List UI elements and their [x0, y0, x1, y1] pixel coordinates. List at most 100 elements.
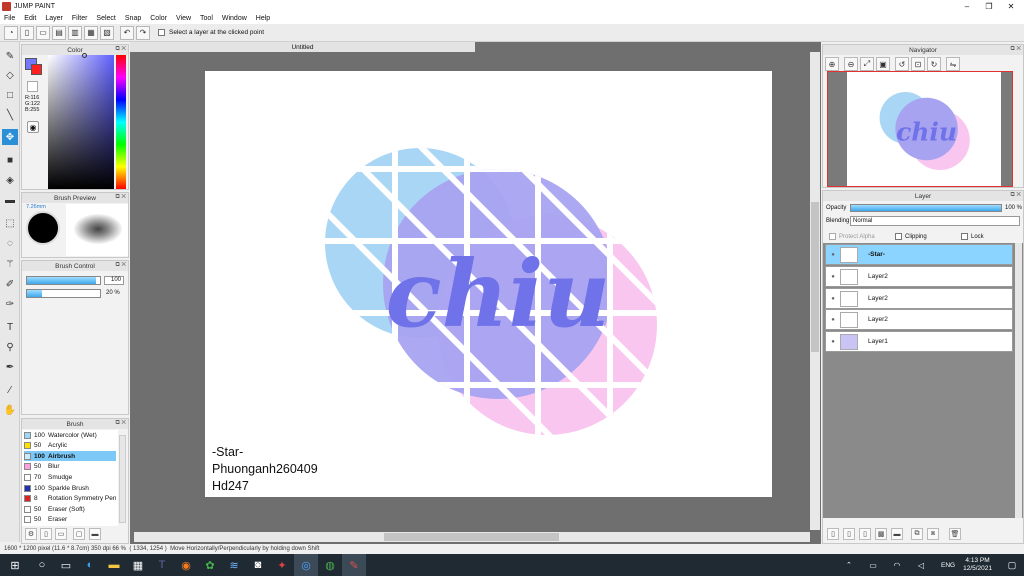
app-red-icon[interactable]: ✦ — [270, 554, 294, 576]
bucket-tool-icon[interactable]: ◈ — [2, 172, 18, 188]
camera-icon[interactable]: ◙ — [246, 554, 270, 576]
page-icon[interactable]: ▥ — [68, 25, 82, 40]
open-file-icon[interactable]: ▯ — [20, 25, 34, 40]
zoom-actual-icon[interactable]: ▣ — [876, 57, 890, 71]
size-value[interactable]: 100 — [104, 276, 124, 285]
brush-paste-icon[interactable]: ▢ — [73, 528, 85, 540]
brush-item[interactable]: 50 Eraser (Soft) — [24, 504, 116, 514]
brush-settings-icon[interactable]: ⚙ — [25, 528, 37, 540]
horizontal-scrollbar[interactable] — [134, 532, 810, 542]
select-eraser-tool-icon[interactable]: ✑ — [2, 296, 18, 312]
undo-icon[interactable]: ↶ — [120, 25, 134, 40]
eye-icon[interactable]: ● — [826, 317, 840, 323]
panel-buttons[interactable]: ⧉ ✕ — [1010, 192, 1021, 199]
background-color-swatch[interactable] — [31, 64, 42, 75]
zoom-out-icon[interactable]: ⊖ — [844, 57, 858, 71]
select-rect-tool-icon[interactable]: ⬚ — [2, 215, 18, 231]
menu-color[interactable]: Color — [150, 15, 167, 22]
layer-list-scrollbar[interactable] — [1015, 243, 1022, 518]
store-icon[interactable]: ▦ — [126, 554, 150, 576]
menu-select[interactable]: Select — [96, 15, 115, 22]
drawing-canvas[interactable]: chiu -Star- Phuonganh260409 Hd247 — [205, 71, 772, 497]
panel-buttons[interactable]: ⧉ ✕ — [115, 46, 126, 53]
clipping-checkbox[interactable]: Clipping — [895, 233, 927, 240]
brush-folder-icon[interactable]: ▬ — [89, 528, 101, 540]
grid-icon[interactable]: ▦ — [84, 25, 98, 40]
zoom-fit-icon[interactable]: ⤢ — [860, 57, 874, 71]
minimize-button[interactable]: – — [956, 0, 978, 12]
text-tool-icon[interactable]: T — [2, 319, 18, 335]
new-1bit-layer-icon[interactable]: ▯ — [843, 528, 855, 540]
battery-icon[interactable]: ▭ — [861, 554, 885, 576]
navigator-viewport-frame[interactable] — [827, 71, 1013, 187]
layer-row[interactable]: ● -Star- — [825, 244, 1013, 265]
volume-icon[interactable]: ◁ — [909, 554, 933, 576]
lock-checkbox[interactable]: Lock — [961, 233, 984, 240]
hand-tool-icon[interactable]: ✋ — [2, 402, 18, 418]
comment-icon[interactable]: ▤ — [52, 25, 66, 40]
menu-view[interactable]: View — [176, 15, 191, 22]
gradient-tool-icon[interactable]: ▬ — [2, 192, 18, 208]
delete-layer-icon[interactable]: 🗑 — [949, 528, 961, 540]
flip-icon[interactable]: ⇋ — [946, 57, 960, 71]
app-green-icon[interactable]: ✿ — [198, 554, 222, 576]
new-8bit-layer-icon[interactable]: ▯ — [859, 528, 871, 540]
hue-slider[interactable] — [116, 55, 126, 189]
save-icon[interactable]: ▭ — [36, 25, 50, 40]
palette-icon[interactable]: ◉ — [27, 121, 39, 133]
rotate-right-icon[interactable]: ↻ — [927, 57, 941, 71]
size-slider[interactable] — [26, 276, 101, 285]
app-orange-icon[interactable]: ◉ — [174, 554, 198, 576]
edge-icon[interactable]: ◐ — [78, 554, 102, 576]
operation-tool-icon[interactable]: ⚲ — [2, 339, 18, 355]
brush-item[interactable]: 50 Blur — [24, 462, 116, 472]
eye-icon[interactable]: ● — [826, 252, 840, 258]
transparent-swatch[interactable] — [27, 81, 38, 92]
eye-icon[interactable]: ● — [826, 339, 840, 345]
new-file-icon[interactable]: ◔ — [4, 25, 18, 40]
maximize-button[interactable]: ❐ — [978, 0, 1000, 12]
select-pen-tool-icon[interactable]: ✐ — [2, 276, 18, 292]
close-button[interactable]: ✕ — [1000, 0, 1022, 12]
panel-buttons[interactable]: ⧉ ✕ — [115, 420, 126, 427]
tray-chevron-icon[interactable]: ⌃ — [837, 554, 861, 576]
menu-window[interactable]: Window — [222, 15, 247, 22]
brush-list-scrollbar[interactable] — [119, 435, 126, 523]
notification-icon[interactable]: ▢ — [1000, 554, 1024, 576]
redo-icon[interactable]: ↷ — [136, 25, 150, 40]
menu-layer[interactable]: Layer — [45, 15, 63, 22]
rotate-left-icon[interactable]: ↺ — [895, 57, 909, 71]
menu-tool[interactable]: Tool — [200, 15, 213, 22]
language-indicator[interactable]: ENG — [941, 562, 955, 569]
magic-wand-tool-icon[interactable]: ⚚ — [2, 256, 18, 272]
line-tool-icon[interactable]: ╲ — [2, 107, 18, 123]
windows-start-icon[interactable]: ⊞ — [0, 554, 30, 576]
zoom-in-icon[interactable]: ⊕ — [825, 57, 839, 71]
app-blue-icon[interactable]: ≋ — [222, 554, 246, 576]
chrome-icon[interactable]: ◍ — [318, 554, 342, 576]
select-layer-checkbox[interactable] — [158, 29, 165, 36]
color-picker-cursor[interactable] — [82, 53, 87, 58]
opacity-slider[interactable] — [850, 204, 1002, 212]
menu-file[interactable]: File — [4, 15, 15, 22]
pen-tool-icon[interactable]: ✎ — [2, 48, 18, 64]
panel-buttons[interactable]: ⧉ ✕ — [115, 262, 126, 269]
protect-alpha-checkbox[interactable]: Protect Alpha — [829, 233, 875, 240]
rect-tool-icon[interactable]: □ — [2, 87, 18, 103]
snap-icon[interactable]: ▧ — [100, 25, 114, 40]
menu-filter[interactable]: Filter — [72, 15, 88, 22]
eyedropper-tool-icon[interactable]: ⁄ — [2, 382, 18, 398]
eraser-tool-icon[interactable]: ◇ — [2, 67, 18, 83]
teams-icon[interactable]: T — [150, 554, 174, 576]
menu-snap[interactable]: Snap — [125, 15, 141, 22]
reset-view-icon[interactable]: ⊡ — [911, 57, 925, 71]
layer-row[interactable]: ● Layer2 — [825, 266, 1013, 287]
new-layer-icon[interactable]: ▯ — [827, 528, 839, 540]
clock[interactable]: 4:13 PM 12/5/2021 — [963, 557, 992, 573]
brush-item[interactable]: 100 Airbrush — [24, 451, 116, 462]
menu-help[interactable]: Help — [256, 15, 270, 22]
brush-item[interactable]: 50 Acrylic — [24, 441, 116, 451]
brush-item[interactable]: 100 Watercolor (Wet) — [24, 430, 116, 440]
density-slider[interactable] — [26, 289, 101, 298]
eye-icon[interactable]: ● — [826, 274, 840, 280]
